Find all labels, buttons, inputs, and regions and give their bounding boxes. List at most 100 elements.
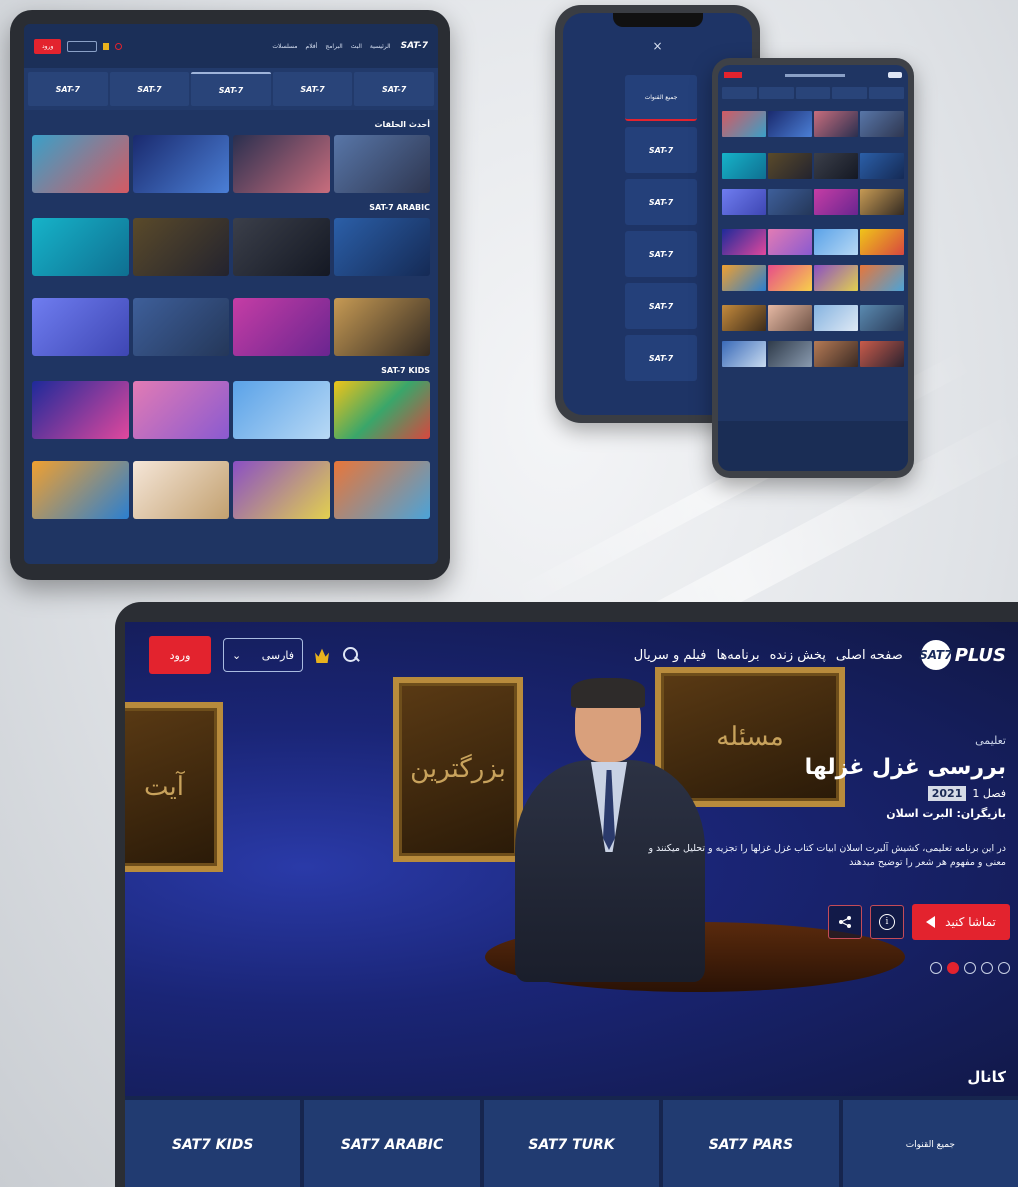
carousel-dot-active[interactable] [947,962,959,974]
tablet-menu-item[interactable]: البث [351,43,362,50]
video-thumbnail[interactable] [768,189,812,215]
tablet-channel-tile[interactable]: SAT-7 [191,72,271,106]
carousel-dot[interactable] [930,962,942,974]
video-thumbnail[interactable] [768,111,812,137]
video-thumbnail[interactable] [860,229,904,255]
tablet-menu-item[interactable]: أفلام [306,43,318,50]
video-thumbnail[interactable] [722,111,766,137]
video-thumbnail[interactable] [233,381,330,439]
video-thumbnail[interactable] [814,305,858,331]
video-thumbnail[interactable] [132,461,229,519]
video-thumbnail[interactable] [132,298,229,356]
video-thumbnail[interactable] [333,135,430,193]
channel-tile-arabic[interactable]: SAT7 ARABIC [304,1100,480,1187]
video-thumbnail[interactable] [860,153,904,179]
share-button[interactable] [828,905,862,939]
tablet-channel-tile[interactable]: SAT-7 [109,72,190,106]
watch-button[interactable]: تماشا کنید [912,904,1010,940]
phone-channel-tile[interactable] [832,87,868,99]
carousel-dot[interactable] [964,962,976,974]
menu-item-channel[interactable]: SAT-7 [625,231,697,277]
video-thumbnail[interactable] [768,265,812,291]
carousel-dot[interactable] [981,962,993,974]
video-thumbnail[interactable] [233,298,330,356]
menu-item-channel[interactable]: SAT-7 [625,283,697,329]
language-value: فارسی [261,648,294,662]
menu-item-home[interactable]: صفحه اصلی [836,648,903,663]
video-thumbnail[interactable] [233,461,330,519]
site-logo[interactable]: SAT7 PLUS [919,640,1006,670]
video-thumbnail[interactable] [722,229,766,255]
video-thumbnail[interactable] [333,381,430,439]
tablet-channel-tile[interactable]: SAT-7 [354,72,434,106]
menu-item-all-channels[interactable]: جميع القنوات [625,75,697,121]
video-thumbnail[interactable] [233,218,330,276]
tablet-login-button[interactable]: ورود [34,38,62,54]
video-thumbnail[interactable] [768,305,812,331]
info-button[interactable]: i [870,905,904,939]
video-thumbnail[interactable] [333,461,430,519]
video-thumbnail[interactable] [860,265,904,291]
video-thumbnail[interactable] [32,381,129,439]
phone-channel-tile[interactable] [869,87,904,99]
video-thumbnail[interactable] [722,153,766,179]
tablet-channel-tile[interactable]: SAT-7 [28,72,108,106]
video-thumbnail[interactable] [814,189,858,215]
tablet-menu-item[interactable]: الرئيسية [370,43,391,50]
video-thumbnail[interactable] [814,265,858,291]
video-thumbnail[interactable] [722,265,766,291]
video-thumbnail[interactable] [722,341,766,367]
video-thumbnail[interactable] [814,229,858,255]
menu-item-live[interactable]: پخش زنده [770,648,826,663]
video-thumbnail[interactable] [860,341,904,367]
video-thumbnail[interactable] [233,135,330,193]
phone-channel-tile[interactable] [758,87,794,99]
video-thumbnail[interactable] [814,111,858,137]
tablet-menu-item[interactable]: البرامج [325,43,342,50]
video-thumbnail[interactable] [32,298,129,356]
tablet-logo[interactable]: SAT-7 [401,41,428,51]
video-thumbnail[interactable] [32,461,129,519]
menu-item-movies[interactable]: فیلم و سریال [634,648,707,663]
menu-item-channel[interactable]: SAT-7 [625,179,697,225]
tablet-menu-item[interactable]: مسلسلات [272,43,297,50]
video-thumbnail[interactable] [814,341,858,367]
video-thumbnail[interactable] [32,135,129,193]
video-thumbnail[interactable] [814,153,858,179]
close-icon[interactable]: × [652,39,662,53]
phone-channel-tile[interactable] [722,87,757,99]
language-select[interactable]: ⌄ فارسی [223,638,303,672]
video-thumbnail[interactable] [132,381,229,439]
video-thumbnail[interactable] [722,189,766,215]
crown-icon[interactable] [103,42,110,50]
menu-item-channel[interactable]: SAT-7 [625,335,697,381]
video-thumbnail[interactable] [722,305,766,331]
video-thumbnail[interactable] [768,153,812,179]
video-thumbnail[interactable] [333,218,430,276]
channel-tile-kids[interactable]: SAT7 KIDS [125,1100,301,1187]
login-button[interactable]: ورود [149,636,211,674]
phone-logo[interactable] [888,72,902,78]
video-thumbnail[interactable] [860,189,904,215]
channel-tile-pars[interactable]: SAT7 PARS [663,1100,839,1187]
tablet-channel-tile[interactable]: SAT-7 [272,72,353,106]
menu-item-programs[interactable]: برنامه‌ها [716,648,759,663]
tablet-language-select[interactable] [67,40,98,52]
video-thumbnail[interactable] [768,341,812,367]
channel-tile-turk[interactable]: SAT7 TURK [483,1100,660,1187]
video-thumbnail[interactable] [860,111,904,137]
video-thumbnail[interactable] [32,218,129,276]
search-icon[interactable] [341,646,359,664]
video-thumbnail[interactable] [132,218,229,276]
video-thumbnail[interactable] [132,135,229,193]
menu-item-channel[interactable]: SAT-7 [625,127,697,173]
phone-login-button[interactable] [724,72,742,78]
video-thumbnail[interactable] [333,298,430,356]
search-icon[interactable] [115,42,123,50]
carousel-dot[interactable] [998,962,1010,974]
phone-channel-tile[interactable] [795,87,831,99]
crown-icon[interactable] [315,648,329,663]
video-thumbnail[interactable] [860,305,904,331]
channel-tile-all[interactable]: جميع القنوات [842,1100,1018,1187]
video-thumbnail[interactable] [768,229,812,255]
